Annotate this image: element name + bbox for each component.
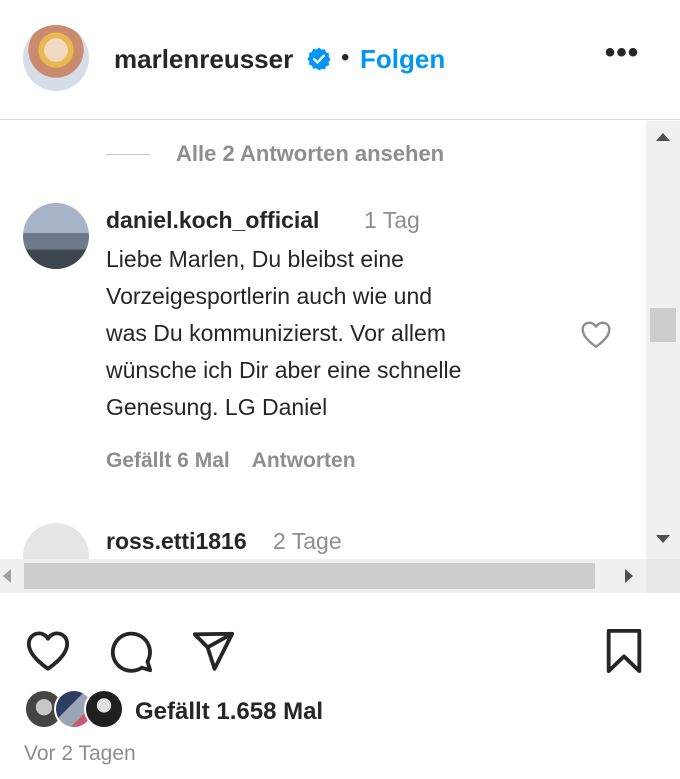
comment-username[interactable]: daniel.koch_official <box>106 207 319 234</box>
more-options-icon[interactable]: ••• <box>602 38 642 70</box>
separator-dot: • <box>341 44 350 71</box>
scroll-right-arrow-icon[interactable] <box>625 569 633 583</box>
author-username[interactable]: marlenreusser <box>114 44 293 75</box>
horizontal-scrollbar[interactable] <box>0 559 646 593</box>
comment-time[interactable]: 2 Tage <box>273 528 342 555</box>
replies-divider <box>106 153 150 155</box>
follow-button[interactable]: Folgen <box>360 44 445 75</box>
likers-avatars[interactable] <box>24 689 134 731</box>
scrollbar-corner <box>646 559 680 593</box>
verified-badge-icon <box>307 47 331 71</box>
liker-avatar[interactable] <box>84 689 124 729</box>
scroll-down-arrow-icon[interactable] <box>656 535 670 543</box>
bookmark-icon[interactable] <box>600 628 648 674</box>
view-replies-label: Alle 2 Antworten ansehen <box>176 141 445 166</box>
post-header: marlenreusser • Folgen ••• <box>0 0 680 120</box>
paper-plane-icon[interactable] <box>189 628 237 674</box>
author-avatar[interactable] <box>23 25 89 91</box>
comment-avatar[interactable] <box>23 523 89 559</box>
comments-list[interactable]: Alle 2 Antworten ansehen daniel.koch_off… <box>0 121 646 559</box>
comment-avatar[interactable] <box>23 203 89 269</box>
heart-icon[interactable] <box>24 628 72 674</box>
comment-username[interactable]: ross.etti1816 <box>106 528 247 555</box>
scroll-up-arrow-icon[interactable] <box>656 133 670 141</box>
vertical-scrollbar[interactable] <box>646 121 680 559</box>
horizontal-scroll-thumb[interactable] <box>24 563 595 589</box>
comment-like-heart-icon[interactable] <box>580 319 612 349</box>
comment-icon[interactable] <box>107 628 155 674</box>
scroll-left-arrow-icon[interactable] <box>3 569 11 583</box>
comment-text: Liebe Marlen, Du bleibst eine Vorzeigesp… <box>106 246 462 420</box>
comment-time[interactable]: 1 Tag <box>364 207 420 234</box>
view-replies-button[interactable]: Alle 2 Antworten ansehen <box>106 141 444 167</box>
comment-meta: Gefällt 6 Mal Antworten <box>106 449 356 473</box>
reply-button[interactable]: Antworten <box>252 449 356 472</box>
vertical-scroll-thumb[interactable] <box>650 308 676 342</box>
post-timestamp[interactable]: Vor 2 Tagen <box>24 742 136 766</box>
comment-likes-count[interactable]: Gefällt 6 Mal <box>106 449 230 472</box>
likes-count[interactable]: Gefällt 1.658 Mal <box>135 698 323 726</box>
